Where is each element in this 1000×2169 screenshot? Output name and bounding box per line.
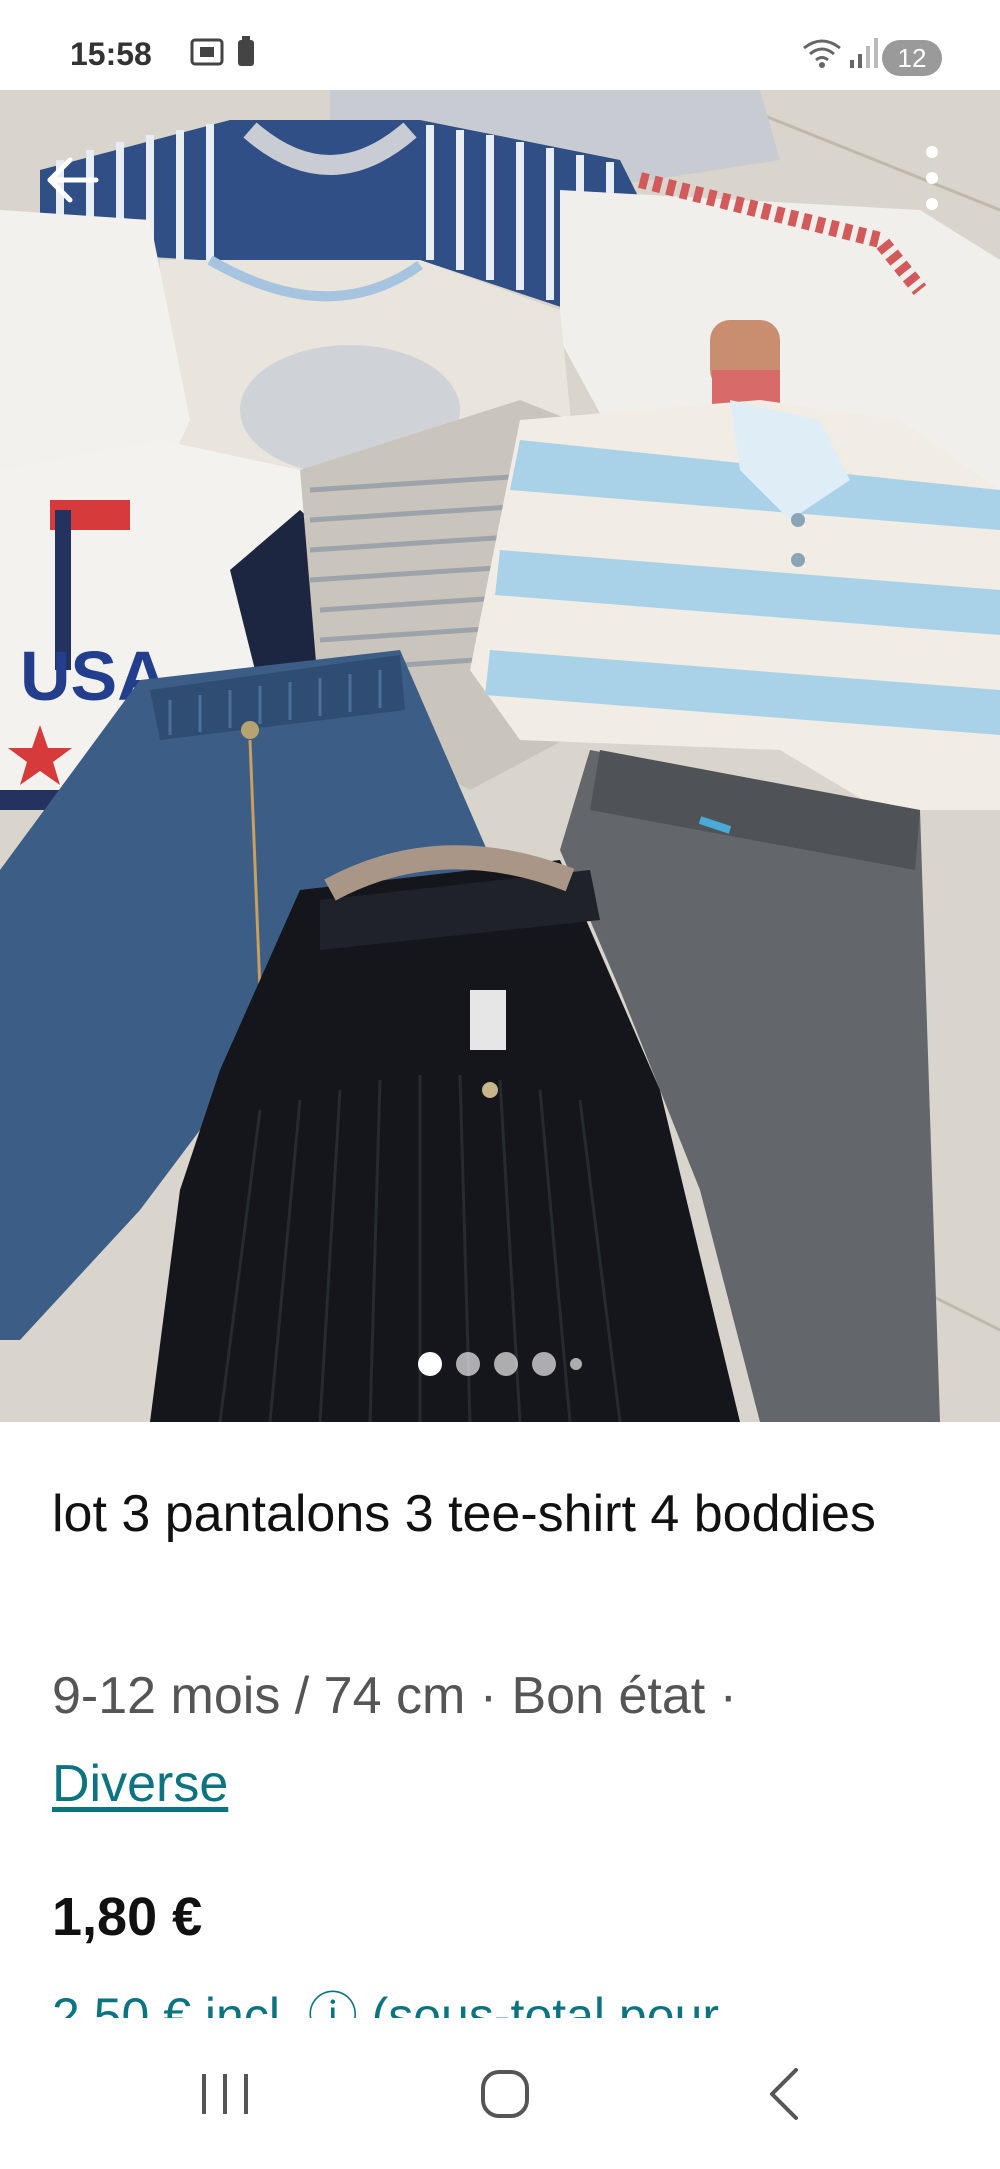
listing-condition: Bon état	[511, 1667, 706, 1725]
signal-icon	[850, 38, 878, 68]
listing-size: 9-12 mois / 74 cm	[52, 1667, 466, 1725]
back-icon[interactable]	[740, 2058, 830, 2130]
subtotal-text[interactable]: 2,50 € incl. ⓘ (sous-total pour	[52, 1976, 719, 2018]
home-icon[interactable]	[460, 2058, 550, 2130]
notification-count-badge: 12	[882, 40, 942, 76]
photo-illustration: USA	[0, 90, 1000, 1422]
more-options-icon[interactable]	[912, 140, 952, 220]
carousel-indicator	[418, 1352, 582, 1376]
listing-title: lot 3 pantalons 3 tee-shirt 4 boddies	[52, 1485, 876, 1543]
listing-price: 1,80 €	[52, 1887, 203, 1947]
listing-brand-link[interactable]: Diverse	[52, 1755, 228, 1813]
recent-apps-icon[interactable]	[180, 2058, 270, 2130]
status-bar: 15:58 12	[0, 0, 1000, 90]
carousel-dot[interactable]	[532, 1352, 556, 1376]
back-arrow-icon[interactable]	[42, 150, 102, 210]
subtotal-row: 2,50 € incl. ⓘ (sous-total pour	[0, 1968, 1000, 2018]
wifi-icon	[803, 39, 841, 68]
carousel-dot[interactable]	[570, 1358, 582, 1370]
battery-icon	[238, 36, 254, 66]
carousel-dot[interactable]	[418, 1352, 442, 1376]
carousel-dot[interactable]	[494, 1352, 518, 1376]
carousel-dot[interactable]	[456, 1352, 480, 1376]
navigation-bar	[0, 2018, 1000, 2169]
listing-photo[interactable]: USA	[0, 90, 1000, 1422]
status-time: 15:58	[70, 36, 152, 72]
meta-separator: ·	[465, 1667, 512, 1725]
meta-separator: ·	[705, 1667, 737, 1725]
listing-meta: 9-12 mois / 74 cm · Bon état · Diverse	[52, 1652, 972, 1828]
screenshot-icon	[190, 38, 224, 66]
